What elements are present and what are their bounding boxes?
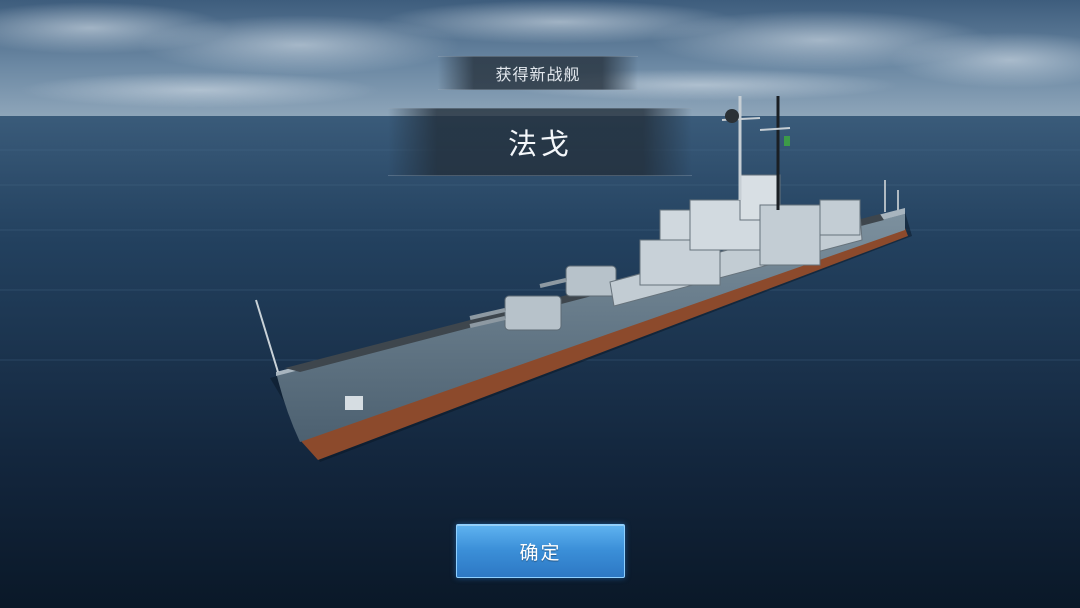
ship-scene: [0, 0, 1080, 608]
confirm-button[interactable]: 确定: [456, 524, 625, 578]
ship-name: 法戈: [388, 108, 692, 176]
new-ship-title: 获得新战舰: [438, 56, 638, 90]
